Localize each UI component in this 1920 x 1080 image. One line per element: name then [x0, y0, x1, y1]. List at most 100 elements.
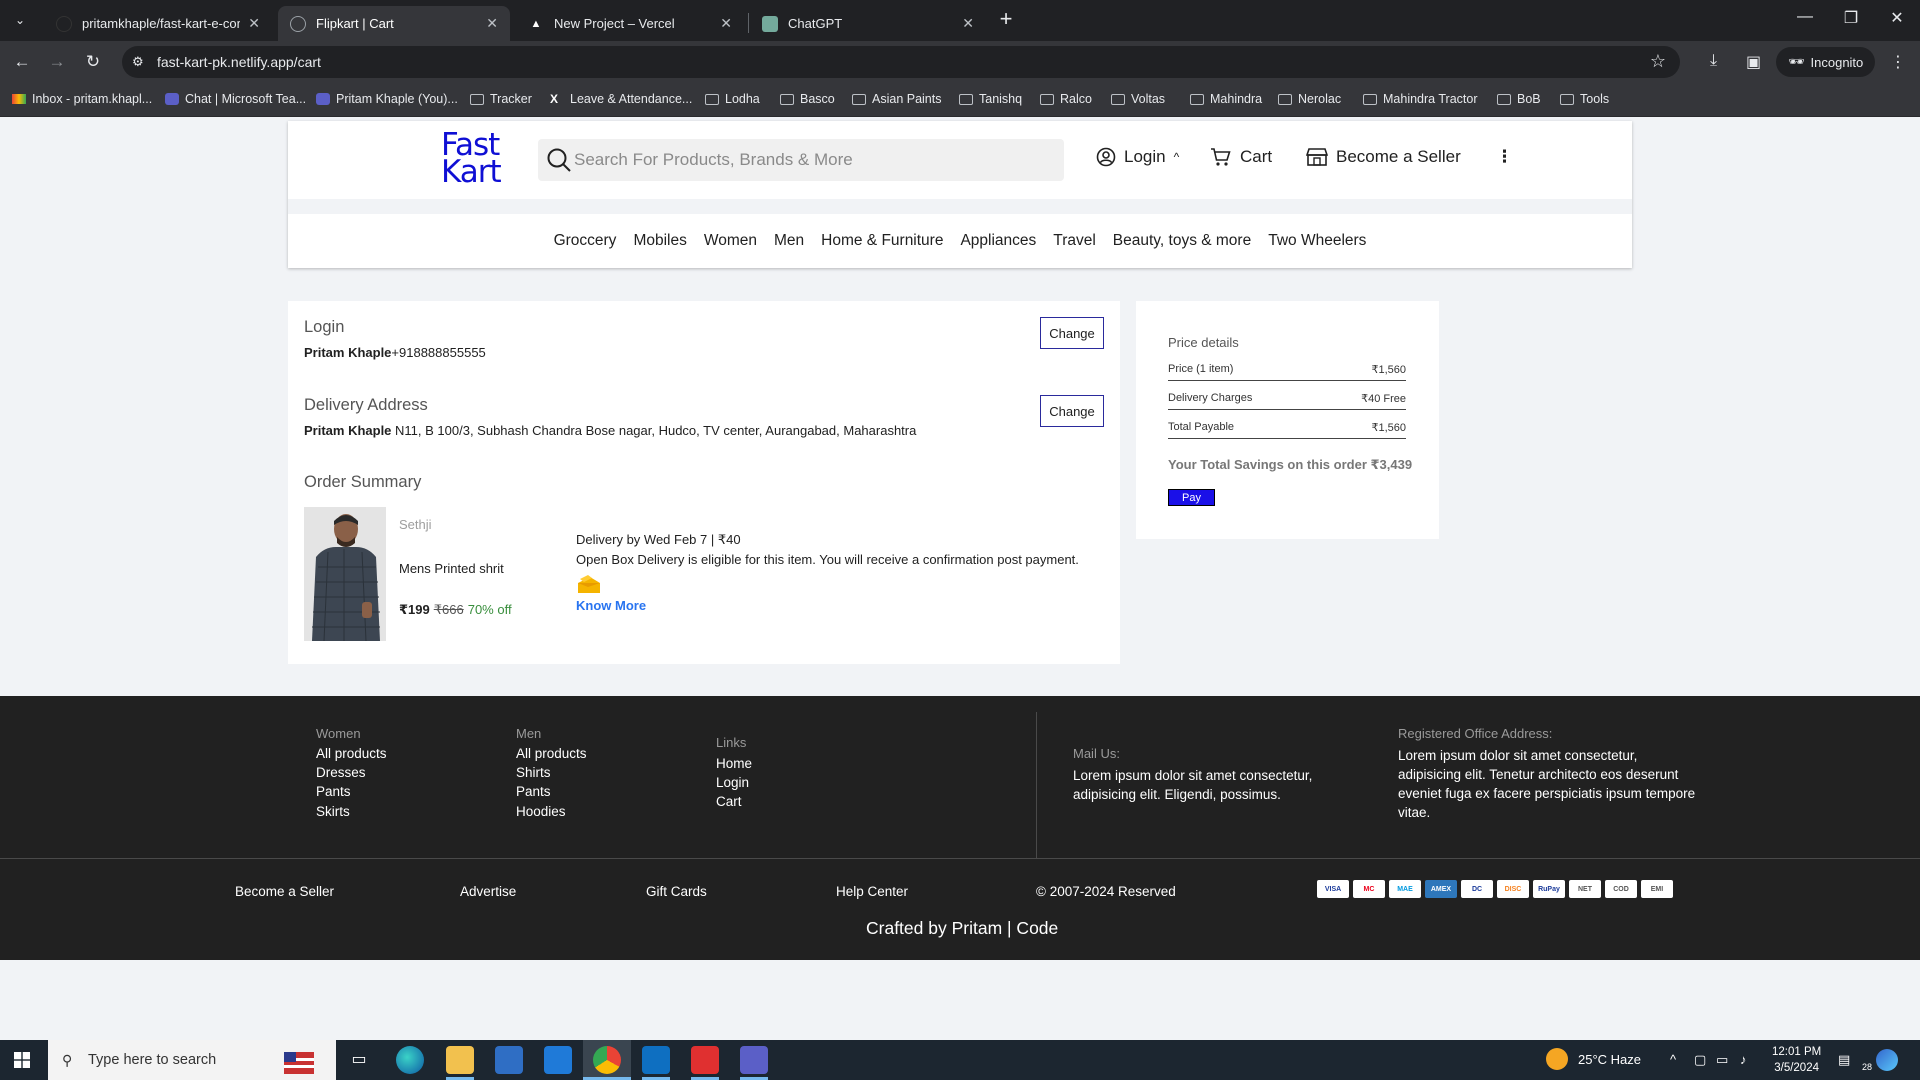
- category-women[interactable]: Women: [704, 232, 757, 250]
- mail-icon[interactable]: [544, 1046, 572, 1074]
- close-tab-icon[interactable]: ✕: [486, 15, 498, 32]
- bookmark-mahindra-tractor[interactable]: Mahindra Tractor: [1363, 92, 1477, 106]
- copilot-icon[interactable]: [1876, 1049, 1898, 1071]
- become-seller-button[interactable]: Become a Seller: [1306, 147, 1461, 167]
- minimize-button[interactable]: —: [1790, 8, 1820, 26]
- show-hidden-icons[interactable]: ^: [1670, 1052, 1676, 1067]
- footer-link[interactable]: Dresses: [316, 765, 366, 780]
- footer-link[interactable]: Login: [716, 775, 749, 790]
- category-two-wheelers[interactable]: Two Wheelers: [1268, 232, 1366, 250]
- side-panel-icon[interactable]: ▣: [1746, 52, 1761, 72]
- restore-button[interactable]: ❐: [1836, 8, 1866, 28]
- bookmark-bob[interactable]: BoB: [1497, 92, 1541, 106]
- footer-gift-cards[interactable]: Gift Cards: [646, 884, 707, 899]
- footer-link[interactable]: Pants: [516, 784, 551, 799]
- task-view-icon[interactable]: ▭: [345, 1046, 373, 1074]
- change-address-button[interactable]: Change: [1040, 395, 1104, 427]
- teams-icon[interactable]: [740, 1046, 768, 1074]
- tab-chatgpt[interactable]: ChatGPT ✕: [750, 6, 986, 41]
- bookmark-asian-paints[interactable]: Asian Paints: [852, 92, 941, 106]
- bookmark-teams[interactable]: Chat | Microsoft Tea...: [165, 92, 306, 106]
- know-more-link[interactable]: Know More: [576, 598, 646, 613]
- meet-now-icon[interactable]: ▢: [1694, 1052, 1706, 1068]
- forward-button[interactable]: →: [46, 52, 68, 72]
- anydesk-icon[interactable]: [691, 1046, 719, 1074]
- more-options-icon[interactable]: ⋮: [1496, 147, 1513, 167]
- address-bar[interactable]: ⚙ fast-kart-pk.netlify.app/cart ☆: [122, 46, 1680, 78]
- product-image[interactable]: [304, 507, 386, 641]
- close-window-button[interactable]: ✕: [1882, 8, 1912, 28]
- category-travel[interactable]: Travel: [1053, 232, 1096, 250]
- new-tab-button[interactable]: +: [994, 8, 1018, 32]
- login-button[interactable]: Login ^: [1096, 147, 1179, 167]
- close-tab-icon[interactable]: ✕: [248, 15, 260, 32]
- footer-become-seller[interactable]: Become a Seller: [235, 884, 334, 899]
- pay-button[interactable]: Pay: [1168, 489, 1215, 506]
- close-tab-icon[interactable]: ✕: [962, 15, 974, 32]
- footer-link[interactable]: Cart: [716, 794, 742, 809]
- footer-link[interactable]: Home: [716, 756, 752, 771]
- url-text[interactable]: fast-kart-pk.netlify.app/cart: [157, 54, 321, 70]
- bookmark-star-icon[interactable]: ☆: [1650, 51, 1666, 72]
- product-name[interactable]: Mens Printed shrit: [399, 561, 504, 576]
- volume-icon[interactable]: ♪: [1740, 1052, 1747, 1067]
- category-men[interactable]: Men: [774, 232, 804, 250]
- cart-button[interactable]: Cart: [1210, 147, 1272, 167]
- close-tab-icon[interactable]: ✕: [720, 15, 732, 32]
- footer-help-center[interactable]: Help Center: [836, 884, 908, 899]
- bookmark-basco[interactable]: Basco: [780, 92, 835, 106]
- bookmark-mahindra[interactable]: Mahindra: [1190, 92, 1262, 106]
- search-box[interactable]: [538, 139, 1064, 181]
- bookmark-leave[interactable]: X Leave & Attendance...: [550, 92, 692, 106]
- bookmark-tools[interactable]: Tools: [1560, 92, 1609, 106]
- category-mobiles[interactable]: Mobiles: [633, 232, 686, 250]
- vscode-icon[interactable]: [642, 1046, 670, 1074]
- footer-link[interactable]: Shirts: [516, 765, 551, 780]
- tab-search-button[interactable]: ⌄: [8, 9, 32, 31]
- network-icon[interactable]: ▭: [1716, 1052, 1728, 1068]
- footer-links-heading: Links: [716, 735, 747, 750]
- clock[interactable]: 12:01 PM 3/5/2024: [1772, 1044, 1821, 1076]
- open-box-icon: [578, 575, 600, 593]
- bookmark-voltas[interactable]: Voltas: [1111, 92, 1165, 106]
- browser-menu-icon[interactable]: ⋮: [1890, 52, 1906, 72]
- site-info-icon[interactable]: ⚙: [132, 54, 144, 70]
- bookmark-tracker[interactable]: Tracker: [470, 92, 532, 106]
- footer-link[interactable]: Pants: [316, 784, 351, 799]
- weather-icon[interactable]: [1546, 1048, 1568, 1073]
- bookmark-nerolac[interactable]: Nerolac: [1278, 92, 1341, 106]
- microsoft-store-icon[interactable]: [495, 1046, 523, 1074]
- category-appliances[interactable]: Appliances: [960, 232, 1036, 250]
- incognito-badge[interactable]: 🕶 Incognito: [1776, 47, 1876, 77]
- footer-link[interactable]: Hoodies: [516, 804, 566, 819]
- weather-text[interactable]: 25°C Haze: [1578, 1052, 1641, 1067]
- site-logo[interactable]: Fast Kart: [441, 130, 502, 188]
- footer-link[interactable]: Skirts: [316, 804, 350, 819]
- bookmark-teams-profile[interactable]: Pritam Khaple (You)...: [316, 92, 458, 106]
- bookmark-ralco[interactable]: Ralco: [1040, 92, 1092, 106]
- edge-icon[interactable]: [396, 1046, 424, 1074]
- tab-vercel[interactable]: ▲ New Project – Vercel ✕: [516, 6, 744, 41]
- download-icon[interactable]: ⤓: [1710, 52, 1717, 70]
- footer-link[interactable]: All products: [316, 746, 387, 761]
- chrome-icon[interactable]: [593, 1046, 621, 1074]
- search-input[interactable]: [574, 143, 1044, 177]
- taskbar-search[interactable]: ⚲ Type here to search: [48, 1040, 336, 1080]
- bookmark-gmail[interactable]: Inbox - pritam.khapl...: [12, 92, 152, 106]
- back-button[interactable]: ←: [11, 52, 33, 72]
- category-home-furniture[interactable]: Home & Furniture: [821, 232, 943, 250]
- windows-start-icon[interactable]: [14, 1052, 30, 1068]
- bookmark-lodha[interactable]: Lodha: [705, 92, 760, 106]
- category-groccery[interactable]: Groccery: [554, 232, 617, 250]
- reload-button[interactable]: ↻: [82, 52, 104, 72]
- footer-advertise[interactable]: Advertise: [460, 884, 516, 899]
- file-explorer-icon[interactable]: [446, 1046, 474, 1074]
- bookmark-tanishq[interactable]: Tanishq: [959, 92, 1022, 106]
- notification-center-icon[interactable]: ▤: [1838, 1052, 1850, 1068]
- tab-github[interactable]: pritamkhaple/fast-kart-e-comm ✕: [44, 6, 272, 41]
- footer-link[interactable]: All products: [516, 746, 587, 761]
- tab-flipkart-cart[interactable]: Flipkart | Cart ✕: [278, 6, 510, 41]
- change-login-button[interactable]: Change: [1040, 317, 1104, 349]
- category-beauty-toys[interactable]: Beauty, toys & more: [1113, 232, 1251, 250]
- price-details-card: Price details Price (1 item) ₹1,560 Deli…: [1136, 301, 1439, 539]
